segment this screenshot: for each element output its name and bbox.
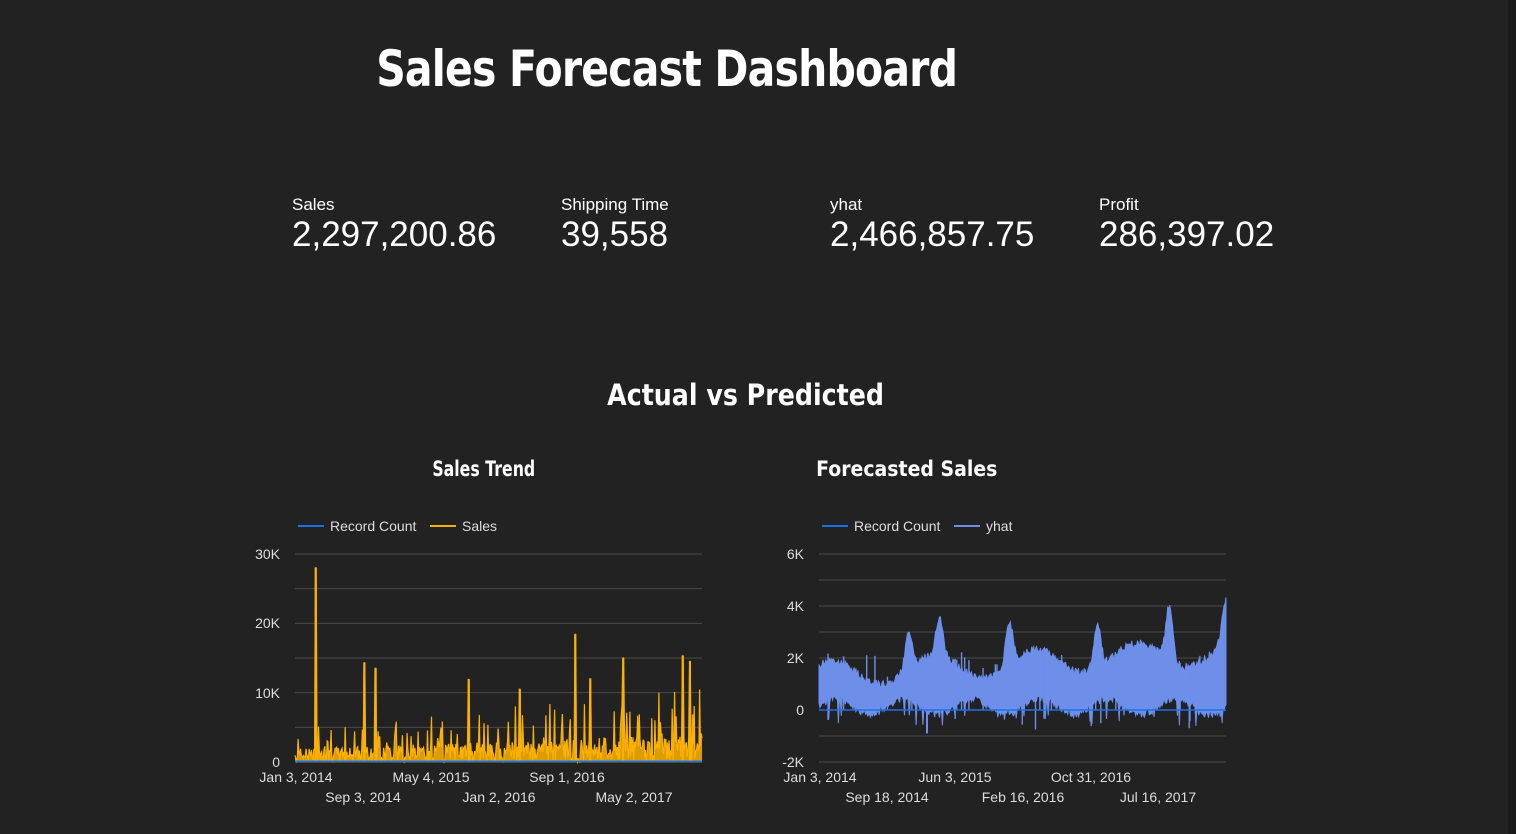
kpi-sales[interactable]: Sales 2,297,200.86 xyxy=(292,195,496,255)
y-tick-label: 10K xyxy=(255,685,281,701)
forecasted-sales-title: Forecasted Sales xyxy=(816,457,998,481)
section-title: Actual vs Predicted xyxy=(607,378,884,412)
y-tick-label: -2K xyxy=(782,754,804,770)
y-axis: -2K 0 2K 4K 6K xyxy=(782,546,804,770)
x-tick-label: Jan 3, 2014 xyxy=(259,769,332,785)
x-tick-label: Sep 1, 2016 xyxy=(529,769,605,785)
kpi-yhat-label: yhat xyxy=(830,195,863,214)
kpi-yhat-value: 2,466,857.75 xyxy=(830,215,1035,254)
y-tick-label: 20K xyxy=(255,615,281,631)
sales-series-line[interactable] xyxy=(294,567,703,765)
x-tick-label: Jul 16, 2017 xyxy=(1120,789,1196,805)
legend-record-count-label[interactable]: Record Count xyxy=(330,518,416,534)
kpi-shipping-time-label: Shipping Time xyxy=(561,195,669,214)
kpi-yhat[interactable]: yhat 2,466,857.75 xyxy=(830,195,1034,255)
y-tick-label: 30K xyxy=(255,546,281,562)
x-tick-label: Feb 16, 2016 xyxy=(982,789,1065,805)
legend[interactable]: Record Count yhat xyxy=(822,518,1013,534)
plot-area[interactable] xyxy=(294,567,703,765)
legend-yhat-label[interactable]: yhat xyxy=(986,518,1013,534)
x-tick-label: May 2, 2017 xyxy=(595,789,672,805)
x-axis: Jan 3, 2014 May 4, 2015 Sep 1, 2016 Sep … xyxy=(259,769,672,805)
plot-area[interactable] xyxy=(818,597,1227,734)
kpi-shipping-time[interactable]: Shipping Time 39,558 xyxy=(561,195,669,255)
sales-trend-chart[interactable]: Record Count Sales 0 10K 20K 30K Jan 3, … xyxy=(240,508,720,818)
y-tick-label: 0 xyxy=(272,754,280,770)
window-edge xyxy=(1508,0,1516,834)
kpi-shipping-time-value: 39,558 xyxy=(561,215,669,254)
kpi-sales-label: Sales xyxy=(292,195,335,214)
kpi-profit-label: Profit xyxy=(1099,195,1139,214)
forecasted-sales-chart[interactable]: Record Count yhat -2K 0 2K 4K 6K Jan 3, … xyxy=(764,508,1244,818)
x-axis: Jan 3, 2014 Jun 3, 2015 Oct 31, 2016 Sep… xyxy=(783,769,1196,805)
legend-record-count-label[interactable]: Record Count xyxy=(854,518,940,534)
x-tick-label: Oct 31, 2016 xyxy=(1051,769,1131,785)
x-tick-label: Sep 3, 2014 xyxy=(325,789,401,805)
dashboard-title: Sales Forecast Dashboard xyxy=(376,40,958,98)
y-tick-label: 6K xyxy=(787,546,805,562)
kpi-profit[interactable]: Profit 286,397.02 xyxy=(1099,195,1274,255)
y-tick-label: 2K xyxy=(787,650,805,666)
y-tick-label: 0 xyxy=(796,702,804,718)
x-tick-label: Jun 3, 2015 xyxy=(918,769,991,785)
x-tick-label: May 4, 2015 xyxy=(392,769,469,785)
x-tick-label: Sep 18, 2014 xyxy=(845,789,929,805)
y-axis: 0 10K 20K 30K xyxy=(255,546,281,770)
legend-sales-label[interactable]: Sales xyxy=(462,518,497,534)
kpi-sales-value: 2,297,200.86 xyxy=(292,215,497,254)
kpi-profit-value: 286,397.02 xyxy=(1099,215,1275,254)
y-tick-label: 4K xyxy=(787,598,805,614)
legend[interactable]: Record Count Sales xyxy=(298,518,497,534)
x-tick-label: Jan 2, 2016 xyxy=(462,789,535,805)
x-tick-label: Jan 3, 2014 xyxy=(783,769,856,785)
